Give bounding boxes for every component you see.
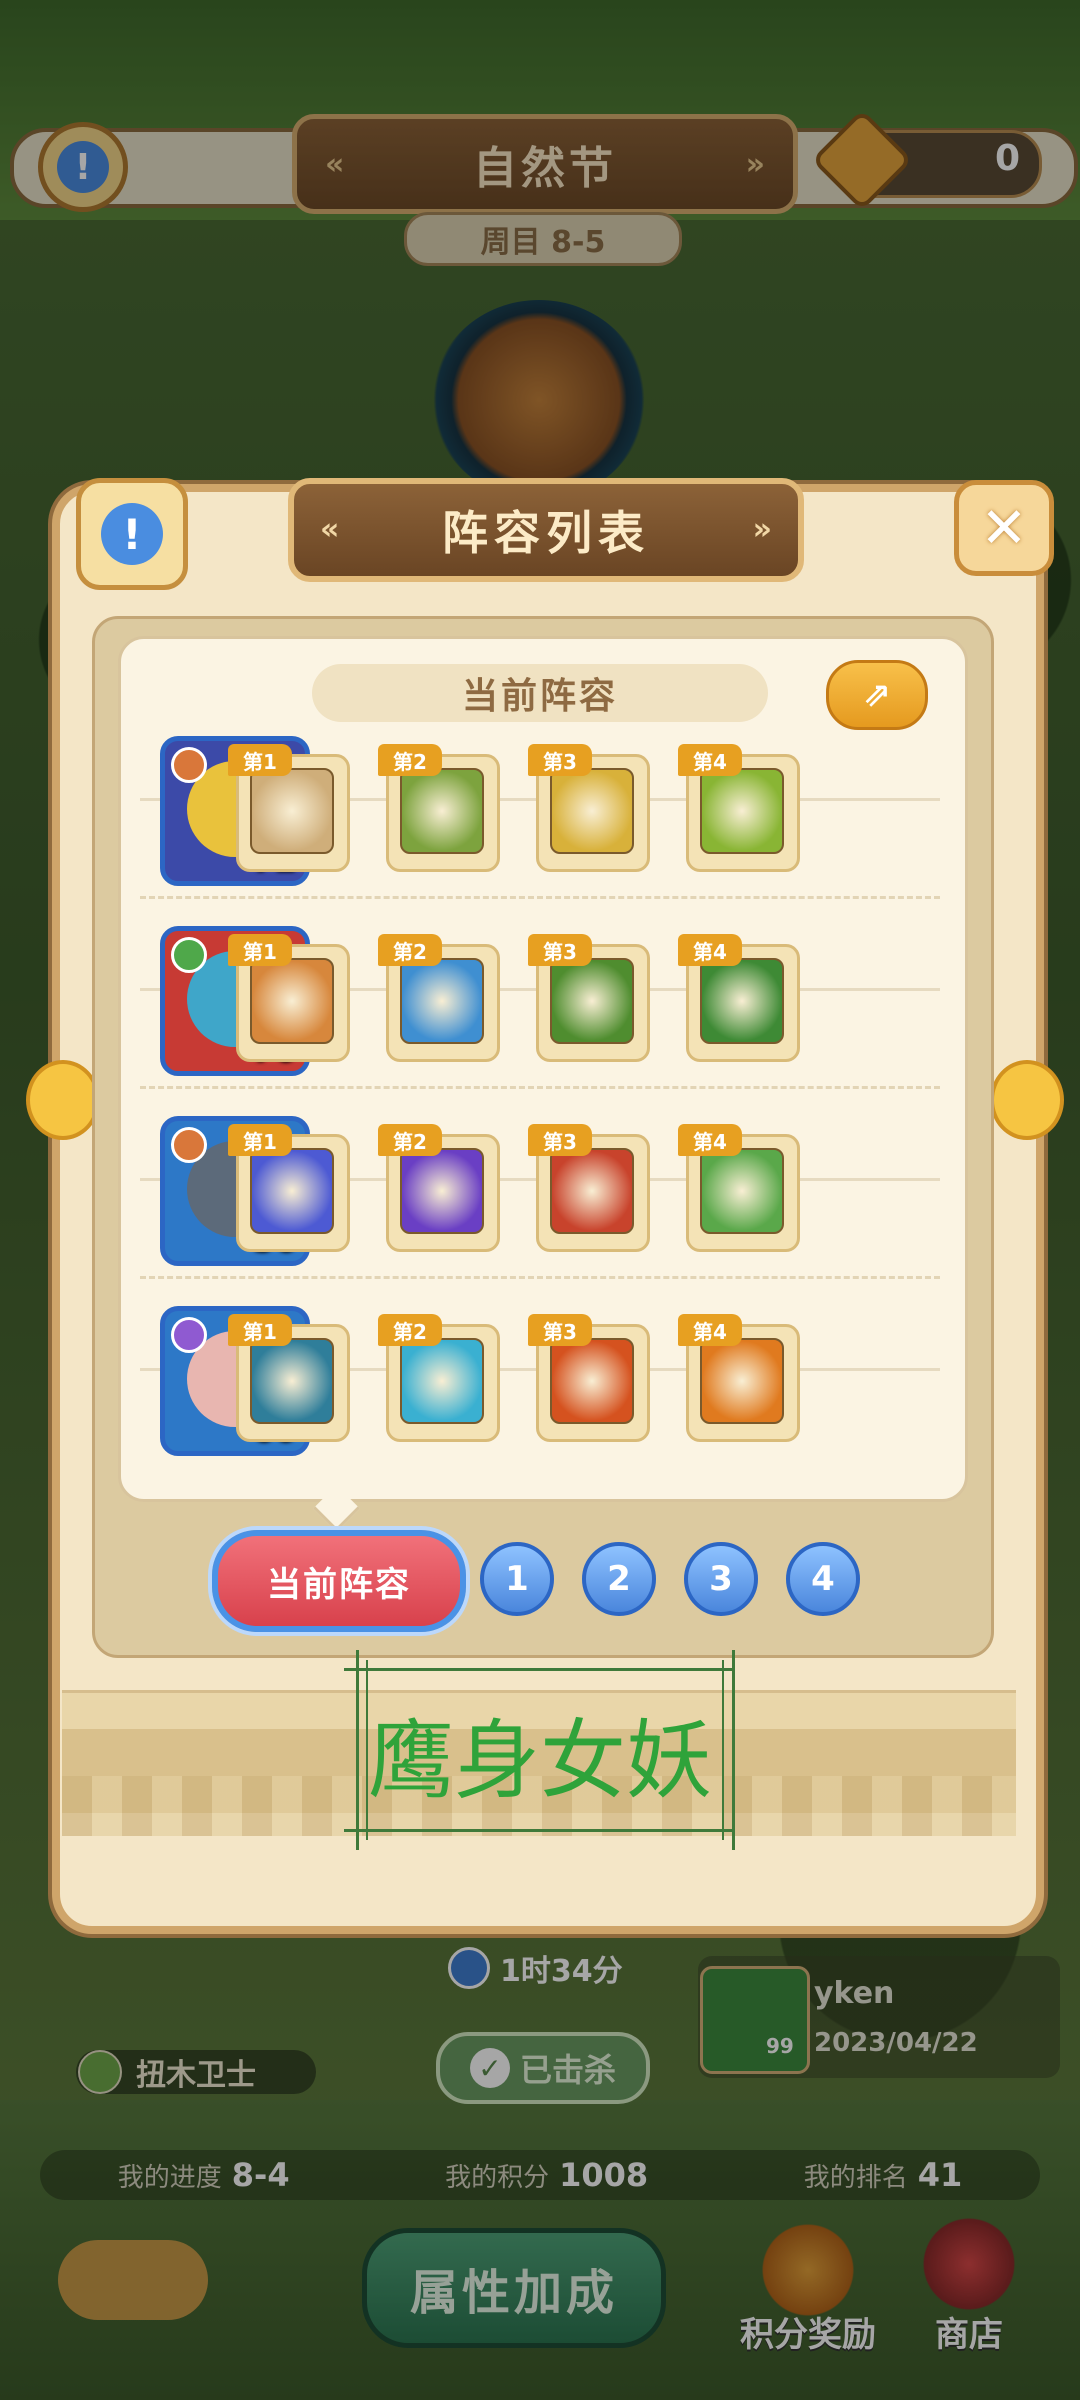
skill-order-tag: 第2: [378, 1124, 442, 1156]
dialog-title-banner: « 阵容列表 »: [288, 478, 804, 582]
lineup-tabs: 当前阵容 1 2 3 4: [92, 1530, 988, 1632]
skill-icon: [400, 768, 484, 854]
skill-order-tag: 第4: [678, 744, 742, 776]
skill-icon: [700, 958, 784, 1044]
chevron-left-icon: «: [320, 512, 340, 547]
tab-lineup-3[interactable]: 3: [684, 1542, 758, 1616]
skill-slot[interactable]: 第4: [678, 934, 800, 1062]
skill-order-tag: 第4: [678, 934, 742, 966]
info-icon: !: [101, 503, 163, 565]
skill-slot[interactable]: 第3: [528, 744, 650, 872]
boss-name-stamp: 鹰身女妖: [330, 1650, 750, 1850]
row-divider: [140, 1086, 940, 1091]
lineup-row: 70第1第2第3第4: [140, 906, 940, 1076]
skill-icon: [550, 1338, 634, 1424]
skill-icon: [550, 768, 634, 854]
element-badge-icon: [171, 937, 207, 973]
dialog-info-button[interactable]: !: [76, 478, 188, 590]
skill-slot[interactable]: 第3: [528, 1314, 650, 1442]
skill-slot[interactable]: 第2: [378, 1124, 500, 1252]
lineup-row: 56第1第2第3第4: [140, 1096, 940, 1266]
skill-slot[interactable]: 第4: [678, 1124, 800, 1252]
skill-order-tag: 第3: [528, 1124, 592, 1156]
skill-slot[interactable]: 第1: [228, 1124, 350, 1252]
close-icon: ✕: [980, 495, 1028, 561]
skill-icon: [700, 1338, 784, 1424]
skill-slot[interactable]: 第2: [378, 744, 500, 872]
skill-slot[interactable]: 第3: [528, 934, 650, 1062]
dialog-title: 阵容列表: [442, 506, 650, 560]
row-divider: [140, 896, 940, 901]
skill-order-tag: 第1: [228, 934, 292, 966]
skill-icon: [250, 1148, 334, 1234]
skill-slot[interactable]: 第2: [378, 934, 500, 1062]
skill-icon: [250, 768, 334, 854]
skill-order-tag: 第3: [528, 1314, 592, 1346]
prev-arrow-button[interactable]: [26, 1060, 100, 1140]
lineup-row: 72第1第2第3第4: [140, 716, 940, 886]
share-icon: ⇗: [862, 675, 892, 715]
skill-order-tag: 第2: [378, 744, 442, 776]
skill-order-tag: 第2: [378, 1314, 442, 1346]
skill-order-tag: 第4: [678, 1314, 742, 1346]
skill-slot[interactable]: 第1: [228, 744, 350, 872]
skill-order-tag: 第4: [678, 1124, 742, 1156]
skill-icon: [400, 1148, 484, 1234]
element-badge-icon: [171, 1317, 207, 1353]
element-badge-icon: [171, 1127, 207, 1163]
skill-icon: [700, 1148, 784, 1234]
next-arrow-button[interactable]: [990, 1060, 1064, 1140]
tab-lineup-1[interactable]: 1: [480, 1542, 554, 1616]
tab-current-lineup[interactable]: 当前阵容: [212, 1530, 466, 1632]
skill-order-tag: 第1: [228, 1124, 292, 1156]
tab-lineup-2[interactable]: 2: [582, 1542, 656, 1616]
skill-icon: [550, 958, 634, 1044]
skill-slot[interactable]: 第4: [678, 1314, 800, 1442]
current-lineup-label: 当前阵容: [312, 664, 768, 722]
skill-order-tag: 第3: [528, 744, 592, 776]
skill-slot[interactable]: 第3: [528, 1124, 650, 1252]
stamp-text: 鹰身女妖: [368, 1711, 712, 1811]
skill-slot[interactable]: 第1: [228, 934, 350, 1062]
skill-slot[interactable]: 第4: [678, 744, 800, 872]
tab-lineup-4[interactable]: 4: [786, 1542, 860, 1616]
skill-icon: [700, 768, 784, 854]
skill-slot[interactable]: 第2: [378, 1314, 500, 1442]
element-badge-icon: [171, 747, 207, 783]
chevron-right-icon: »: [752, 512, 772, 547]
skill-slot[interactable]: 第1: [228, 1314, 350, 1442]
skill-order-tag: 第1: [228, 744, 292, 776]
skill-icon: [550, 1148, 634, 1234]
lineup-row: 60第1第2第3第4: [140, 1286, 940, 1456]
close-button[interactable]: ✕: [954, 480, 1054, 576]
skill-icon: [250, 958, 334, 1044]
skill-icon: [400, 958, 484, 1044]
skill-icon: [400, 1338, 484, 1424]
skill-order-tag: 第2: [378, 934, 442, 966]
row-divider: [140, 1276, 940, 1281]
skill-order-tag: 第3: [528, 934, 592, 966]
skill-icon: [250, 1338, 334, 1424]
skill-order-tag: 第1: [228, 1314, 292, 1346]
